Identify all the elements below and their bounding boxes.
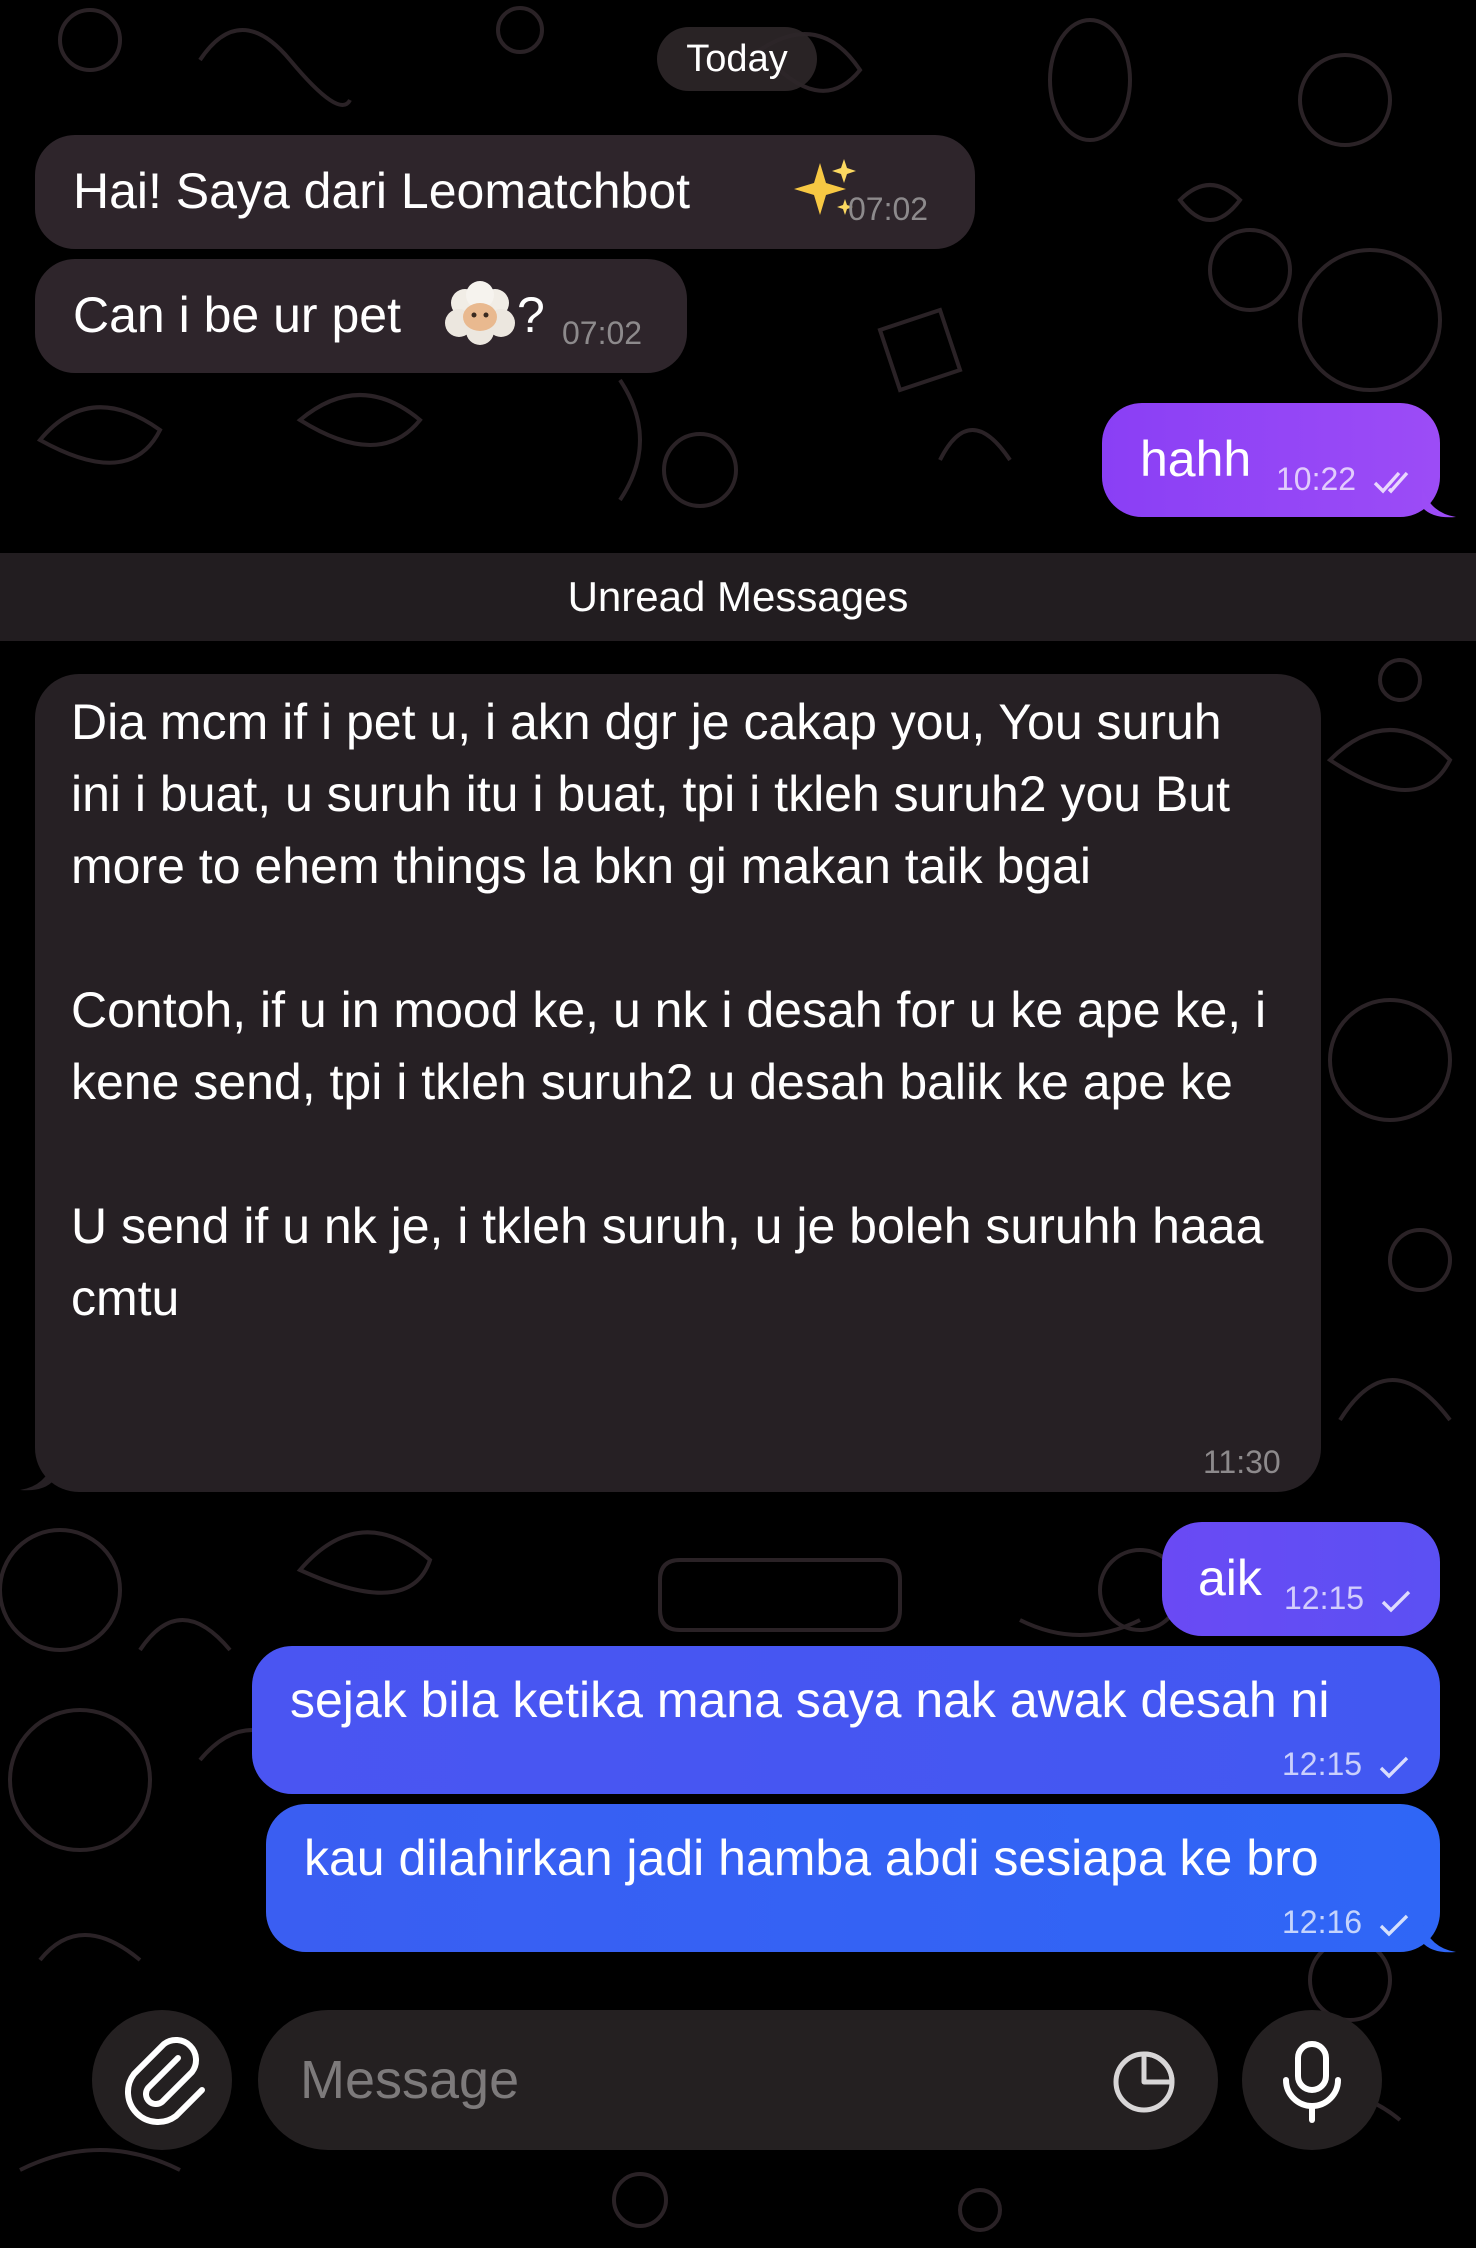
message-time-label: 10:22 [1276, 461, 1357, 497]
message-time: 12:16 [1282, 1904, 1411, 1940]
message-time: 07:02 [848, 191, 929, 227]
message-text-suffix: ? [517, 287, 545, 343]
message-paragraph: U send if u nk je, i tkleh suruh, u je b… [71, 1198, 1264, 1326]
message-time: 12:15 [1282, 1746, 1411, 1782]
message-input[interactable]: Message [258, 2010, 1218, 2150]
bubble-tail-outgoing [1422, 487, 1456, 518]
check-icon [1379, 1914, 1409, 1936]
attach-button[interactable] [92, 2010, 232, 2150]
message-time-label: 12:15 [1282, 1746, 1363, 1782]
check-icon [1381, 1590, 1411, 1612]
message-bubble-incoming[interactable]: Can i be ur pet ? 07:02 [35, 259, 687, 373]
message-time: 07:02 [562, 315, 643, 351]
message-paragraph: Contoh, if u in mood ke, u nk i desah fo… [71, 982, 1267, 1110]
message-time-label: 12:16 [1282, 1904, 1363, 1940]
message-bubble-incoming-long[interactable]: Dia mcm if i pet u, i akn dgr je cakap y… [35, 674, 1321, 1492]
sheep-emoji-icon [445, 279, 515, 349]
double-check-icon [1373, 471, 1409, 494]
paperclip-icon [125, 2037, 205, 2125]
bubble-tail-outgoing [1422, 1922, 1456, 1953]
message-text: hahh [1140, 431, 1252, 487]
message-bubble-outgoing[interactable]: aik 12:15 [1162, 1522, 1440, 1636]
message-time: 11:30 [1203, 1444, 1281, 1480]
message-paragraph: Dia mcm if i pet u, i akn dgr je cakap y… [71, 694, 1231, 894]
message-composer: Message [0, 1990, 1476, 2170]
check-icon [1379, 1756, 1409, 1778]
message-bubble-outgoing[interactable]: kau dilahirkan jadi hamba abdi sesiapa k… [266, 1804, 1440, 1952]
message-input-placeholder: Message [300, 2050, 520, 2110]
message-text: aik [1198, 1550, 1262, 1606]
message-bubble-outgoing[interactable]: sejak bila ketika mana saya nak awak des… [252, 1646, 1440, 1794]
microphone-button[interactable] [1242, 2010, 1382, 2150]
message-time: 10:22 [1276, 461, 1417, 497]
message-text: Hai! Saya dari Leomatchbot [73, 163, 691, 219]
message-bubble-outgoing[interactable]: hahh 10:22 [1102, 403, 1440, 517]
message-text: sejak bila ketika mana saya nak awak des… [290, 1672, 1330, 1728]
message-text-block: Dia mcm if i pet u, i akn dgr je cakap y… [71, 686, 1271, 1334]
date-separator: Today [657, 27, 817, 91]
sticker-icon[interactable] [1110, 2048, 1178, 2116]
unread-messages-separator: Unread Messages [0, 553, 1476, 641]
message-text: kau dilahirkan jadi hamba abdi sesiapa k… [304, 1830, 1319, 1886]
bubble-tail-incoming [20, 1460, 54, 1491]
microphone-icon [1283, 2041, 1341, 2123]
message-bubble-incoming[interactable]: Hai! Saya dari Leomatchbot 07:02 [35, 135, 975, 249]
message-time-label: 12:15 [1284, 1580, 1365, 1616]
message-text: Can i be ur pet [73, 287, 401, 343]
message-time: 12:15 [1284, 1580, 1413, 1616]
